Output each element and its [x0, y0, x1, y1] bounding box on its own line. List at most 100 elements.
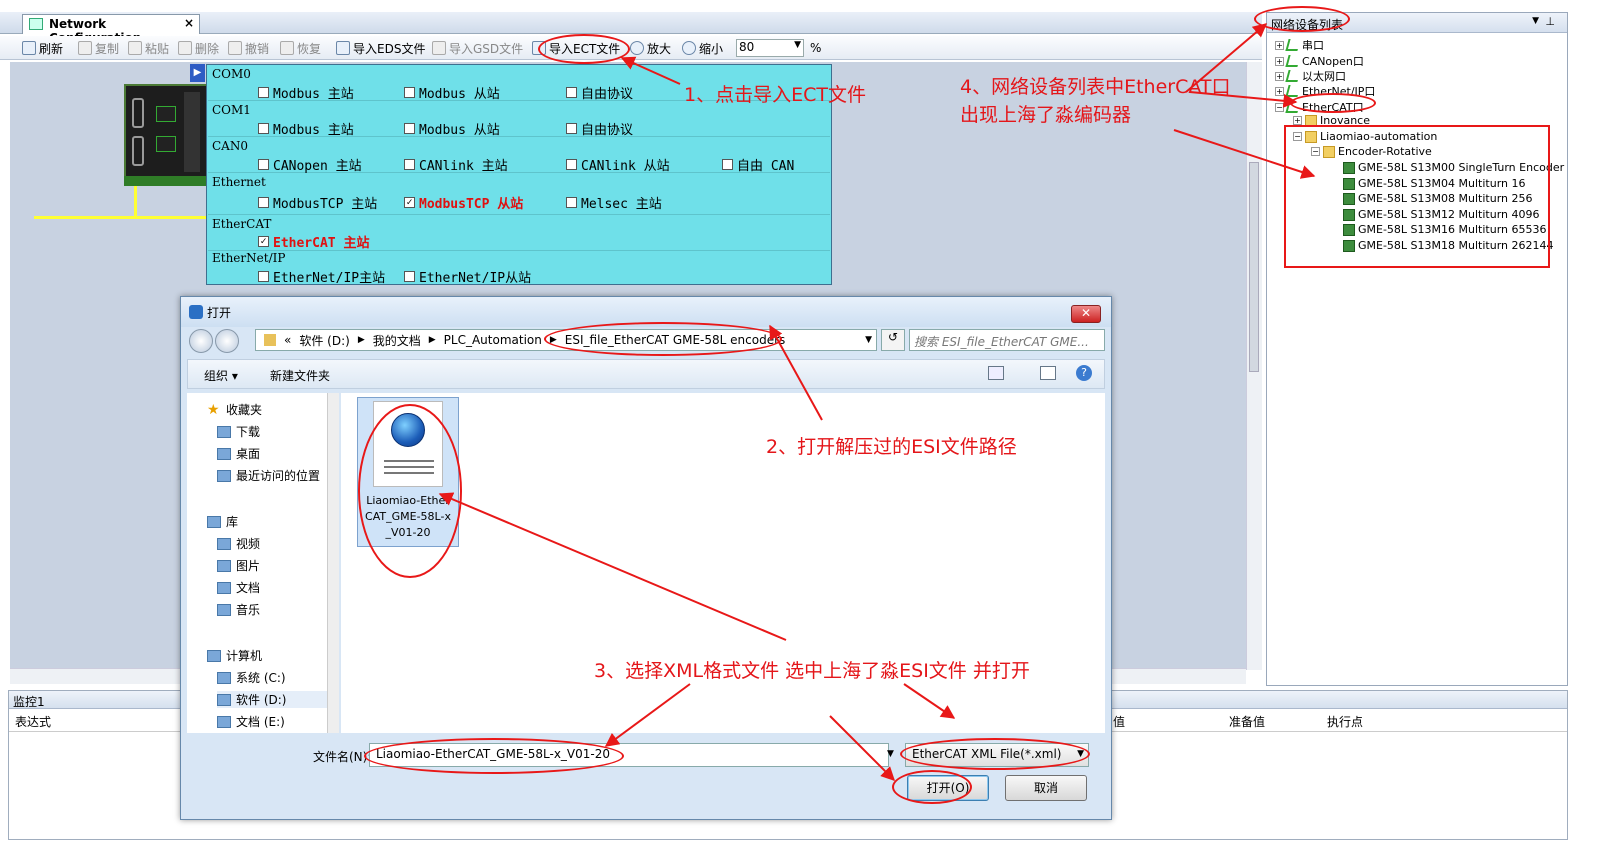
navigation-scrollbar[interactable] — [327, 393, 339, 733]
tree-item-canopen[interactable]: + CANopen口 — [1275, 53, 1364, 69]
nav-drive-d[interactable]: 软件 (D:) — [217, 691, 327, 708]
forward-button[interactable] — [215, 329, 239, 353]
option-modbus-slave[interactable]: Modbus 从站 — [404, 83, 500, 102]
chevron-right-icon[interactable]: ▶ — [429, 335, 436, 345]
checkbox[interactable] — [258, 197, 269, 208]
redo-button[interactable]: 恢复 — [280, 39, 321, 57]
nav-videos[interactable]: 视频 — [217, 535, 260, 552]
close-button[interactable]: ✕ — [1071, 305, 1101, 323]
refresh-icon[interactable]: ↺ — [881, 329, 905, 351]
option-ethernetip-slave[interactable]: EtherNet/IP从站 — [404, 267, 531, 286]
column-expression: 表达式 — [15, 715, 52, 729]
checkbox[interactable] — [404, 123, 415, 134]
checkbox[interactable] — [404, 87, 415, 98]
checkbox[interactable] — [404, 159, 415, 170]
checkbox[interactable] — [566, 159, 577, 170]
chevron-down-icon[interactable]: ▼ — [887, 749, 894, 759]
nav-pictures[interactable]: 图片 — [217, 557, 260, 574]
search-input[interactable]: 搜索 ESI_file_EtherCAT GME... — [909, 329, 1105, 351]
folder-icon — [264, 334, 276, 346]
chevron-right-icon[interactable]: ▶ — [358, 335, 365, 345]
nav-downloads[interactable]: 下载 — [217, 423, 260, 440]
option-modbustcp-slave[interactable]: ✓ ModbusTCP 从站 — [404, 193, 523, 212]
tree-item-ethernet[interactable]: + 以太网口 — [1275, 68, 1346, 84]
back-button[interactable] — [189, 329, 213, 353]
option-free-can[interactable]: 自由 CAN — [722, 155, 794, 174]
nav-favorites[interactable]: ★ 收藏夹 — [207, 401, 262, 418]
tree-item-serial[interactable]: + 串口 — [1275, 37, 1324, 53]
zoom-out-button[interactable]: 缩小 — [682, 39, 723, 57]
option-modbus-master[interactable]: Modbus 主站 — [258, 119, 354, 138]
breadcrumb-item[interactable]: 软件 (D:) — [299, 332, 349, 349]
nav-documents[interactable]: 文档 — [217, 579, 260, 596]
zoom-select[interactable]: 80 ▼ — [736, 39, 804, 57]
option-canlink-master[interactable]: CANlink 主站 — [404, 155, 508, 174]
zoom-value: 80 — [739, 40, 755, 54]
checkbox[interactable] — [404, 271, 415, 282]
help-icon[interactable]: ? — [1076, 365, 1092, 381]
option-free-protocol[interactable]: 自由协议 — [566, 119, 633, 138]
undo-button[interactable]: 撤销 — [228, 39, 269, 57]
copy-button[interactable]: 复制 — [78, 39, 119, 57]
refresh-button[interactable]: 刷新 — [22, 39, 63, 57]
checkbox[interactable] — [258, 123, 269, 134]
option-canlink-slave[interactable]: CANlink 从站 — [566, 155, 670, 174]
chevron-down-icon[interactable]: ▼ — [1532, 16, 1539, 26]
option-ethercat-master[interactable]: ✓ EtherCAT 主站 — [258, 232, 369, 251]
pin-icon[interactable]: ⊥ — [1545, 15, 1555, 28]
checkbox[interactable] — [566, 123, 577, 134]
zoom-in-button[interactable]: 放大 — [630, 39, 671, 57]
collapse-icon[interactable]: − — [1275, 102, 1284, 112]
import-eds-button[interactable]: 导入EDS文件 — [336, 39, 425, 57]
close-tab-icon[interactable]: × — [184, 16, 194, 30]
copy-icon — [78, 41, 92, 55]
option-ethernetip-master[interactable]: EtherNet/IP主站 — [258, 267, 385, 286]
option-modbus-slave[interactable]: Modbus 从站 — [404, 119, 500, 138]
nav-libraries[interactable]: 库 — [207, 513, 238, 530]
breadcrumb-item[interactable]: 我的文档 — [373, 332, 421, 349]
expand-icon[interactable]: + — [1275, 86, 1284, 96]
delete-button[interactable]: 删除 — [178, 39, 219, 57]
preview-pane-icon[interactable] — [1040, 366, 1056, 380]
breadcrumb-overflow[interactable]: « — [284, 333, 291, 347]
tab-network-configuration[interactable]: Network Configuration × — [22, 14, 200, 45]
expand-icon[interactable]: + — [1275, 71, 1284, 81]
checkbox[interactable] — [258, 87, 269, 98]
checkbox[interactable] — [566, 197, 577, 208]
nav-computer[interactable]: 计算机 — [207, 647, 262, 664]
checkbox[interactable] — [258, 159, 269, 170]
expand-icon[interactable]: ▶ — [190, 64, 205, 82]
nav-music[interactable]: 音乐 — [217, 601, 260, 618]
option-free-protocol[interactable]: 自由协议 — [566, 83, 633, 102]
option-modbustcp-master[interactable]: ModbusTCP 主站 — [258, 193, 377, 212]
scroll-thumb[interactable] — [1249, 162, 1259, 372]
zoom-out-label: 缩小 — [699, 41, 724, 56]
canvas-vertical-scrollbar[interactable] — [1246, 62, 1262, 670]
expand-icon[interactable]: + — [1275, 56, 1284, 66]
chevron-down-icon[interactable]: ▼ — [865, 335, 872, 345]
option-melsec-master[interactable]: Melsec 主站 — [566, 193, 662, 212]
checkbox[interactable] — [258, 271, 269, 282]
checkbox-checked[interactable]: ✓ — [404, 197, 415, 208]
option-canopen-master[interactable]: CANopen 主站 — [258, 155, 362, 174]
nav-desktop[interactable]: 桌面 — [217, 445, 260, 462]
expand-icon[interactable]: + — [1293, 116, 1302, 125]
paste-button[interactable]: 粘贴 — [128, 39, 169, 57]
expand-icon[interactable]: + — [1275, 40, 1284, 50]
nav-drive-e[interactable]: 文档 (E:) — [217, 713, 285, 730]
cancel-button[interactable]: 取消 — [1005, 775, 1087, 801]
nav-recent[interactable]: 最近访问的位置 — [217, 467, 320, 484]
checkbox[interactable] — [566, 87, 577, 98]
checkbox[interactable] — [722, 159, 733, 170]
nav-drive-c[interactable]: 系统 (C:) — [217, 669, 286, 686]
option-modbus-master[interactable]: Modbus 主站 — [258, 83, 354, 102]
checkbox-checked[interactable]: ✓ — [258, 236, 269, 247]
plc-device-image[interactable] — [124, 84, 208, 186]
import-gsd-button[interactable]: 导入GSD文件 — [432, 39, 523, 57]
breadcrumb-item[interactable]: PLC_Automation — [444, 333, 542, 347]
organize-button[interactable]: 组织 ▾ — [204, 367, 238, 384]
new-folder-button[interactable]: 新建文件夹 — [270, 367, 330, 384]
import-gsd-icon — [432, 41, 446, 55]
view-icon[interactable] — [988, 366, 1004, 380]
group-title: Ethernet — [212, 175, 266, 189]
